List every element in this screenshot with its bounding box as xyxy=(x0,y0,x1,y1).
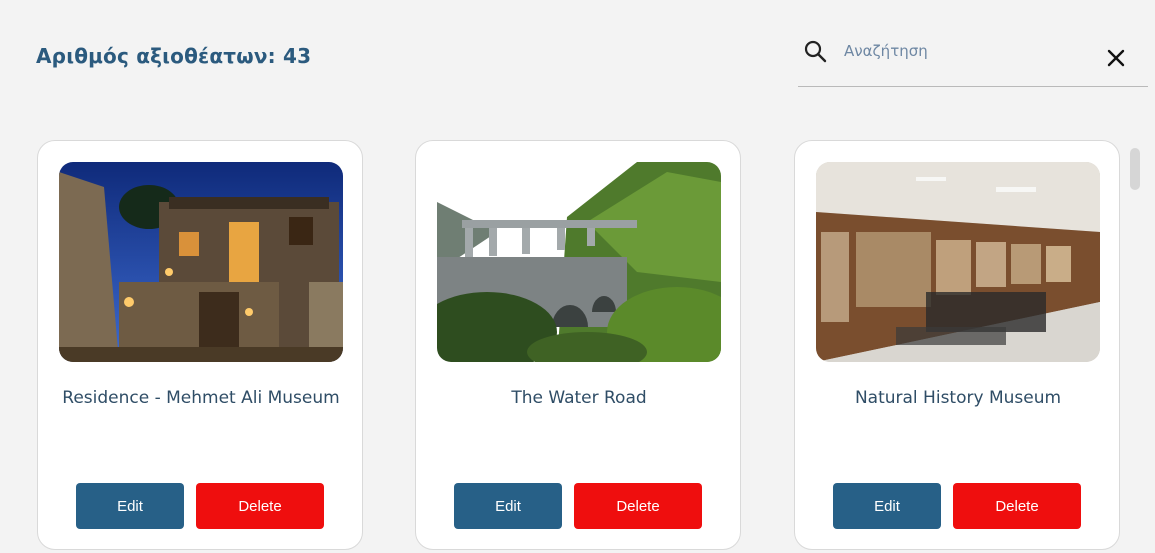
attraction-card: The Water Road Edit Delete xyxy=(415,140,741,550)
attractions-count-title: Αριθμός αξιοθέατων: 43 xyxy=(36,44,312,68)
close-icon[interactable] xyxy=(1104,46,1128,70)
delete-button[interactable]: Delete xyxy=(574,483,702,529)
museum-gallery-photo xyxy=(816,162,1100,362)
edit-button[interactable]: Edit xyxy=(454,483,562,529)
scrollbar-thumb[interactable] xyxy=(1130,148,1140,190)
card-title: Residence - Mehmet Ali Museum xyxy=(62,388,340,408)
search-bar xyxy=(798,30,1148,87)
search-input[interactable] xyxy=(842,38,1086,64)
card-title: Natural History Museum xyxy=(854,388,1062,408)
attraction-card: Residence - Mehmet Ali Museum Edit Delet… xyxy=(37,140,363,550)
edit-button[interactable]: Edit xyxy=(76,483,184,529)
attraction-card: Natural History Museum Edit Delete xyxy=(794,140,1120,550)
card-title: The Water Road xyxy=(511,388,647,408)
residence-photo xyxy=(59,162,343,362)
delete-button[interactable]: Delete xyxy=(953,483,1081,529)
scrollbar[interactable] xyxy=(1125,140,1143,553)
search-icon xyxy=(804,40,827,63)
aqueduct-bridge-photo xyxy=(437,162,721,362)
edit-button[interactable]: Edit xyxy=(833,483,941,529)
delete-button[interactable]: Delete xyxy=(196,483,324,529)
